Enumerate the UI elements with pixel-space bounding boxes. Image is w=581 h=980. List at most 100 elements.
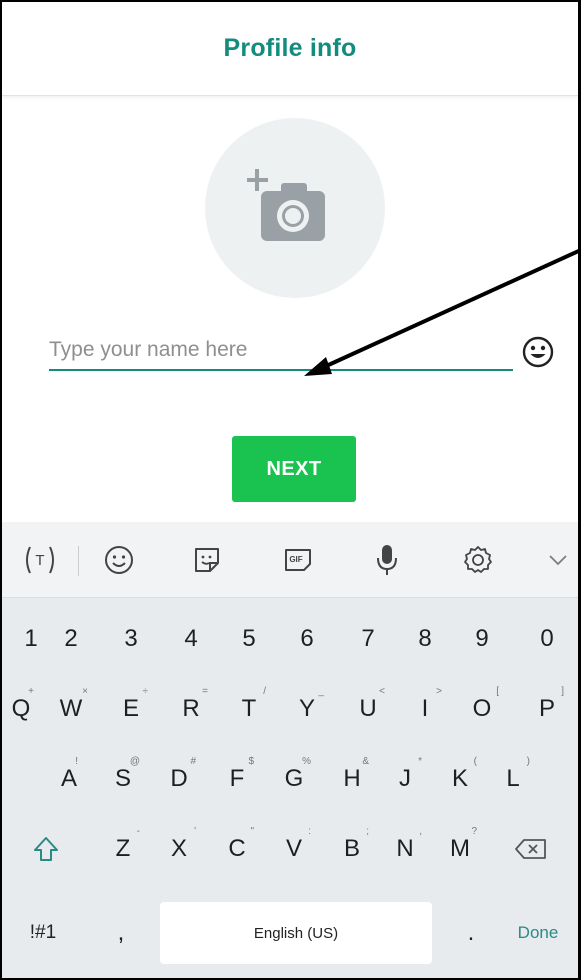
backspace-key[interactable]: [500, 818, 562, 880]
done-key[interactable]: Done: [500, 898, 576, 968]
text-cursor-icon: T: [26, 546, 54, 574]
shift-icon: [34, 837, 58, 861]
key-hint: ×: [82, 686, 88, 697]
key-y[interactable]: Y _: [278, 678, 336, 740]
key-hint: $: [248, 756, 254, 767]
key-7[interactable]: 7: [339, 608, 397, 670]
period-key[interactable]: .: [446, 898, 496, 968]
key-hint: !: [75, 756, 78, 767]
key-b[interactable]: B;: [323, 818, 381, 880]
key-w[interactable]: W ×: [42, 678, 100, 740]
key-c[interactable]: C ": [208, 818, 266, 880]
key-g[interactable]: G%: [265, 748, 323, 810]
key-a[interactable]: A!: [40, 748, 98, 810]
key-label: K: [451, 765, 468, 792]
key-hint: &: [362, 756, 369, 767]
key-hint: _: [318, 686, 324, 697]
key-label: Z: [115, 835, 131, 862]
key-label: Done: [517, 923, 559, 942]
key-label: W: [59, 695, 83, 722]
key-h[interactable]: H &: [323, 748, 381, 810]
chevron-down-icon: [549, 555, 567, 566]
space-key[interactable]: English (US): [160, 902, 432, 964]
key-label: N: [396, 835, 414, 862]
key-j[interactable]: J *: [376, 748, 434, 810]
key-d[interactable]: D #: [150, 748, 208, 810]
key-hint: @: [129, 756, 140, 767]
key-n[interactable]: N,: [376, 818, 434, 880]
key-2[interactable]: 2: [42, 608, 100, 670]
key-hint: ÷: [142, 686, 149, 697]
key-hint: ?: [471, 826, 477, 837]
key-8[interactable]: 8: [396, 608, 454, 670]
key-v[interactable]: V:: [265, 818, 323, 880]
comma-key[interactable]: ,: [96, 898, 146, 968]
key-label: Q: [11, 695, 31, 722]
key-l[interactable]: L): [484, 748, 542, 810]
bottom-row: !#1 , English (US) . Done: [2, 898, 578, 968]
key-hint: ': [194, 826, 196, 837]
key-label: Y: [298, 695, 315, 722]
key-hint: ,: [419, 826, 422, 837]
key-i[interactable]: I >: [396, 678, 454, 740]
key-3[interactable]: 3: [102, 608, 160, 670]
smiley-icon: [105, 546, 133, 574]
key-4[interactable]: 4: [162, 608, 220, 670]
key-m[interactable]: M?: [431, 818, 489, 880]
key-p[interactable]: P]: [518, 678, 576, 740]
key-label: V: [285, 835, 302, 862]
key-label: D: [170, 765, 188, 792]
key-hint: %: [302, 756, 311, 767]
key-6[interactable]: 6: [278, 608, 336, 670]
key-x[interactable]: X ': [150, 818, 208, 880]
key-o[interactable]: O[: [453, 678, 511, 740]
key-label: E: [122, 695, 139, 722]
emoji-button[interactable]: [521, 335, 555, 369]
text-cursor-tool[interactable]: T: [20, 540, 60, 580]
key-9[interactable]: 9: [453, 608, 511, 670]
collapse-toolbar-button[interactable]: [538, 540, 578, 580]
key-label: C: [228, 835, 246, 862]
key-hint: (: [473, 756, 477, 767]
space-key-label: English (US): [253, 924, 339, 942]
key-label: !#1: [29, 922, 57, 943]
voice-input-tool[interactable]: [367, 540, 407, 580]
key-label: L: [506, 765, 520, 792]
emoji-icon: [522, 336, 554, 368]
key-z[interactable]: Z-: [94, 818, 152, 880]
key-e[interactable]: E ÷: [102, 678, 160, 740]
profile-photo-button[interactable]: [205, 118, 385, 298]
key-k[interactable]: K(: [431, 748, 489, 810]
toolbar-divider: [78, 546, 79, 576]
key-0[interactable]: 0: [518, 608, 576, 670]
shift-key[interactable]: [20, 818, 72, 880]
key-hint: #: [190, 756, 196, 767]
key-s[interactable]: S @: [94, 748, 152, 810]
name-input[interactable]: [49, 335, 513, 371]
key-label: G: [284, 765, 304, 792]
smiley-tool[interactable]: [99, 540, 139, 580]
key-label: R: [182, 695, 200, 722]
next-button[interactable]: NEXT: [232, 436, 356, 502]
key-label: S: [114, 765, 131, 792]
sticker-tool[interactable]: [187, 540, 227, 580]
keyboard-settings-tool[interactable]: [458, 540, 498, 580]
key-5[interactable]: 5: [220, 608, 278, 670]
number-row: 1 2 3 4 5 6 7 8 9 0: [2, 608, 578, 670]
key-hint: <: [379, 686, 385, 697]
symbols-key[interactable]: !#1: [8, 898, 78, 968]
gif-icon: GIF: [285, 549, 311, 571]
key-hint: ;: [366, 826, 369, 837]
sticker-icon: [195, 548, 219, 572]
key-hint: /: [263, 686, 266, 697]
key-r[interactable]: R =: [162, 678, 220, 740]
key-label: U: [359, 695, 377, 722]
key-t[interactable]: T /: [220, 678, 278, 740]
key-label: F: [229, 765, 245, 792]
gif-tool[interactable]: GIF: [278, 540, 318, 580]
key-hint: *: [418, 756, 422, 767]
key-f[interactable]: F $: [208, 748, 266, 810]
page-title: Profile info: [223, 34, 357, 62]
key-u[interactable]: U <: [339, 678, 397, 740]
key-q[interactable]: Q +: [2, 678, 40, 740]
